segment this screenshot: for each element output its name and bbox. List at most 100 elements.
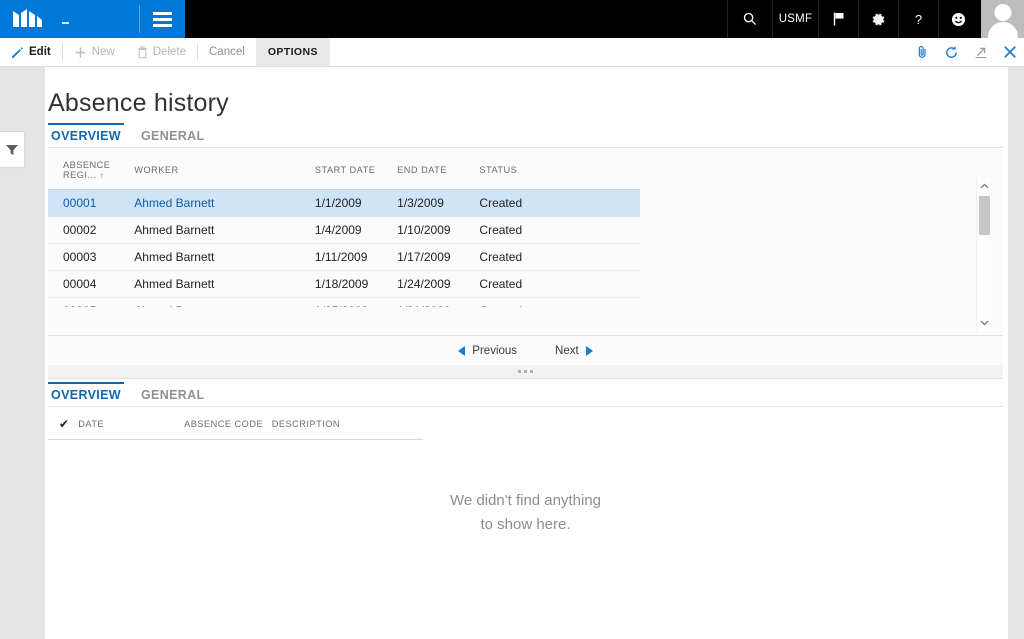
cell-end-date: 1/17/2009: [397, 243, 480, 271]
absence-registration-grid: ABSENCE REGI... ↑ WORKER START DATE END D…: [48, 150, 1003, 335]
column-header-description[interactable]: DESCRIPTION: [271, 409, 423, 440]
brand-subtitle-dash: [62, 22, 69, 24]
dynamics-logo-icon[interactable]: [12, 8, 46, 30]
page-tab-strip: OVERVIEW GENERAL: [48, 123, 1003, 148]
avatar-body: [987, 22, 1018, 38]
table-row[interactable]: 00004 Ahmed Barnett 1/18/2009 1/24/2009 …: [48, 270, 640, 298]
splitter-dot: [524, 370, 527, 373]
grid-table: ABSENCE REGI... ↑ WORKER START DATE END D…: [48, 150, 640, 307]
delete-button[interactable]: Delete: [126, 38, 197, 66]
cell-absence-registration[interactable]: 00001: [48, 189, 135, 217]
navigation-menu-button[interactable]: [140, 0, 185, 38]
topnav-spacer: [185, 0, 727, 38]
cell-status: Created: [479, 270, 640, 298]
grid-vertical-scrollbar[interactable]: [976, 178, 991, 330]
edit-button[interactable]: Edit: [0, 38, 62, 66]
company-selector[interactable]: USMF: [772, 0, 818, 38]
page-title: Absence history: [48, 89, 229, 117]
scrollbar-thumb[interactable]: [979, 196, 990, 235]
previous-page-button[interactable]: Previous: [458, 345, 517, 357]
scroll-down-icon[interactable]: [977, 315, 992, 330]
column-header-absence-code[interactable]: ABSENCE CODE: [184, 409, 272, 440]
table-row[interactable]: 00003 Ahmed Barnett 1/11/2009 1/17/2009 …: [48, 243, 640, 271]
cell-end-date: 1/31/2009: [397, 297, 480, 307]
options-tab[interactable]: OPTIONS: [255, 38, 330, 66]
cell-start-date: 1/1/2009: [314, 189, 398, 217]
feedback-smiley-icon[interactable]: [938, 0, 978, 38]
gear-icon[interactable]: [858, 0, 898, 38]
lower-tab-overview[interactable]: OVERVIEW: [48, 382, 132, 407]
scroll-up-icon[interactable]: [977, 178, 992, 193]
flag-icon[interactable]: [818, 0, 858, 38]
help-icon[interactable]: ?: [898, 0, 938, 38]
close-icon[interactable]: [995, 38, 1024, 66]
cell-start-date: 1/25/2009: [314, 297, 398, 307]
table-row[interactable]: 00001 Ahmed Barnett 1/1/2009 1/3/2009 Cr…: [48, 189, 640, 217]
cell-absence-registration[interactable]: 00003: [48, 243, 135, 271]
grid-pager: Previous Next: [48, 335, 1003, 365]
cell-end-date: 1/3/2009: [397, 189, 480, 217]
splitter-dot: [518, 370, 521, 373]
avatar-head: [994, 4, 1011, 21]
attachment-icon[interactable]: [908, 38, 937, 66]
cell-absence-registration[interactable]: 00004: [48, 270, 135, 298]
open-in-new-window-icon[interactable]: [966, 38, 995, 66]
lower-tab-general[interactable]: GENERAL: [132, 388, 216, 407]
grid-header-row: ABSENCE REGI... ↑ WORKER START DATE END D…: [48, 150, 640, 190]
column-header-status[interactable]: STATUS: [479, 150, 640, 190]
cell-absence-registration[interactable]: 00002: [48, 216, 135, 244]
column-header-absence-registration[interactable]: ABSENCE REGI... ↑: [48, 150, 135, 190]
filter-pane-button[interactable]: [0, 132, 24, 167]
left-rail: [0, 67, 45, 639]
cancel-button[interactable]: Cancel: [198, 38, 256, 66]
sort-ascending-icon: ↑: [99, 171, 105, 180]
previous-label: Previous: [472, 344, 518, 357]
hamburger-line: [153, 17, 172, 21]
cell-worker[interactable]: Ahmed Barnett: [134, 216, 315, 244]
pencil-icon: [11, 46, 23, 58]
cell-end-date: 1/24/2009: [397, 270, 480, 298]
right-rail: [1008, 67, 1024, 639]
cell-start-date: 1/11/2009: [314, 243, 398, 271]
edit-label: Edit: [29, 46, 51, 58]
cell-worker[interactable]: Ahmed Barnett: [134, 189, 315, 217]
column-header-select-all[interactable]: ✔: [48, 409, 79, 440]
action-bar: Edit New Delete Cancel OPTIONS: [0, 38, 1024, 67]
trash-icon: [137, 45, 148, 58]
splitter-dot: [530, 370, 533, 373]
cell-status: Created: [479, 243, 640, 271]
cell-worker[interactable]: Ahmed Barnett: [134, 243, 315, 271]
top-navigation-bar: USMF ?: [0, 0, 1024, 38]
empty-state-line-2: to show here.: [480, 516, 571, 533]
table-row[interactable]: 00002 Ahmed Barnett 1/4/2009 1/10/2009 C…: [48, 216, 640, 244]
cell-worker[interactable]: Ahmed Barnett: [134, 297, 315, 307]
column-header-start-date[interactable]: START DATE: [314, 150, 398, 190]
filter-funnel-icon: [6, 144, 18, 155]
new-button[interactable]: New: [63, 38, 126, 66]
tab-overview[interactable]: OVERVIEW: [48, 123, 132, 148]
main-content-panel: Absence history OVERVIEW GENERAL ABSENCE…: [45, 67, 1008, 639]
previous-arrow-icon: [458, 345, 466, 356]
lower-grid-header-row: ✔ DATE ABSENCE CODE DESCRIPTION: [48, 409, 423, 440]
column-header-date[interactable]: DATE: [78, 409, 185, 440]
section-splitter-handle[interactable]: [48, 365, 1003, 379]
next-arrow-icon: [585, 345, 593, 356]
tab-general[interactable]: GENERAL: [132, 129, 216, 148]
action-bar-spacer: [330, 38, 908, 66]
column-header-end-date[interactable]: END DATE: [397, 150, 480, 190]
user-avatar[interactable]: [978, 0, 1024, 38]
cell-worker[interactable]: Ahmed Barnett: [134, 270, 315, 298]
new-label: New: [91, 46, 115, 58]
brand-zone: [0, 0, 185, 38]
cell-absence-registration[interactable]: 00005: [48, 297, 135, 307]
refresh-icon[interactable]: [937, 38, 966, 66]
search-icon[interactable]: [727, 0, 772, 38]
lower-tab-strip: OVERVIEW GENERAL: [48, 382, 1003, 407]
table-row[interactable]: 00005 Ahmed Barnett 1/25/2009 1/31/2009 …: [48, 297, 640, 307]
next-label: Next: [555, 344, 579, 357]
next-page-button[interactable]: Next: [555, 345, 593, 357]
delete-label: Delete: [152, 46, 186, 58]
column-header-worker[interactable]: WORKER: [134, 150, 315, 190]
cell-end-date: 1/10/2009: [397, 216, 480, 244]
plus-icon: [75, 46, 86, 58]
